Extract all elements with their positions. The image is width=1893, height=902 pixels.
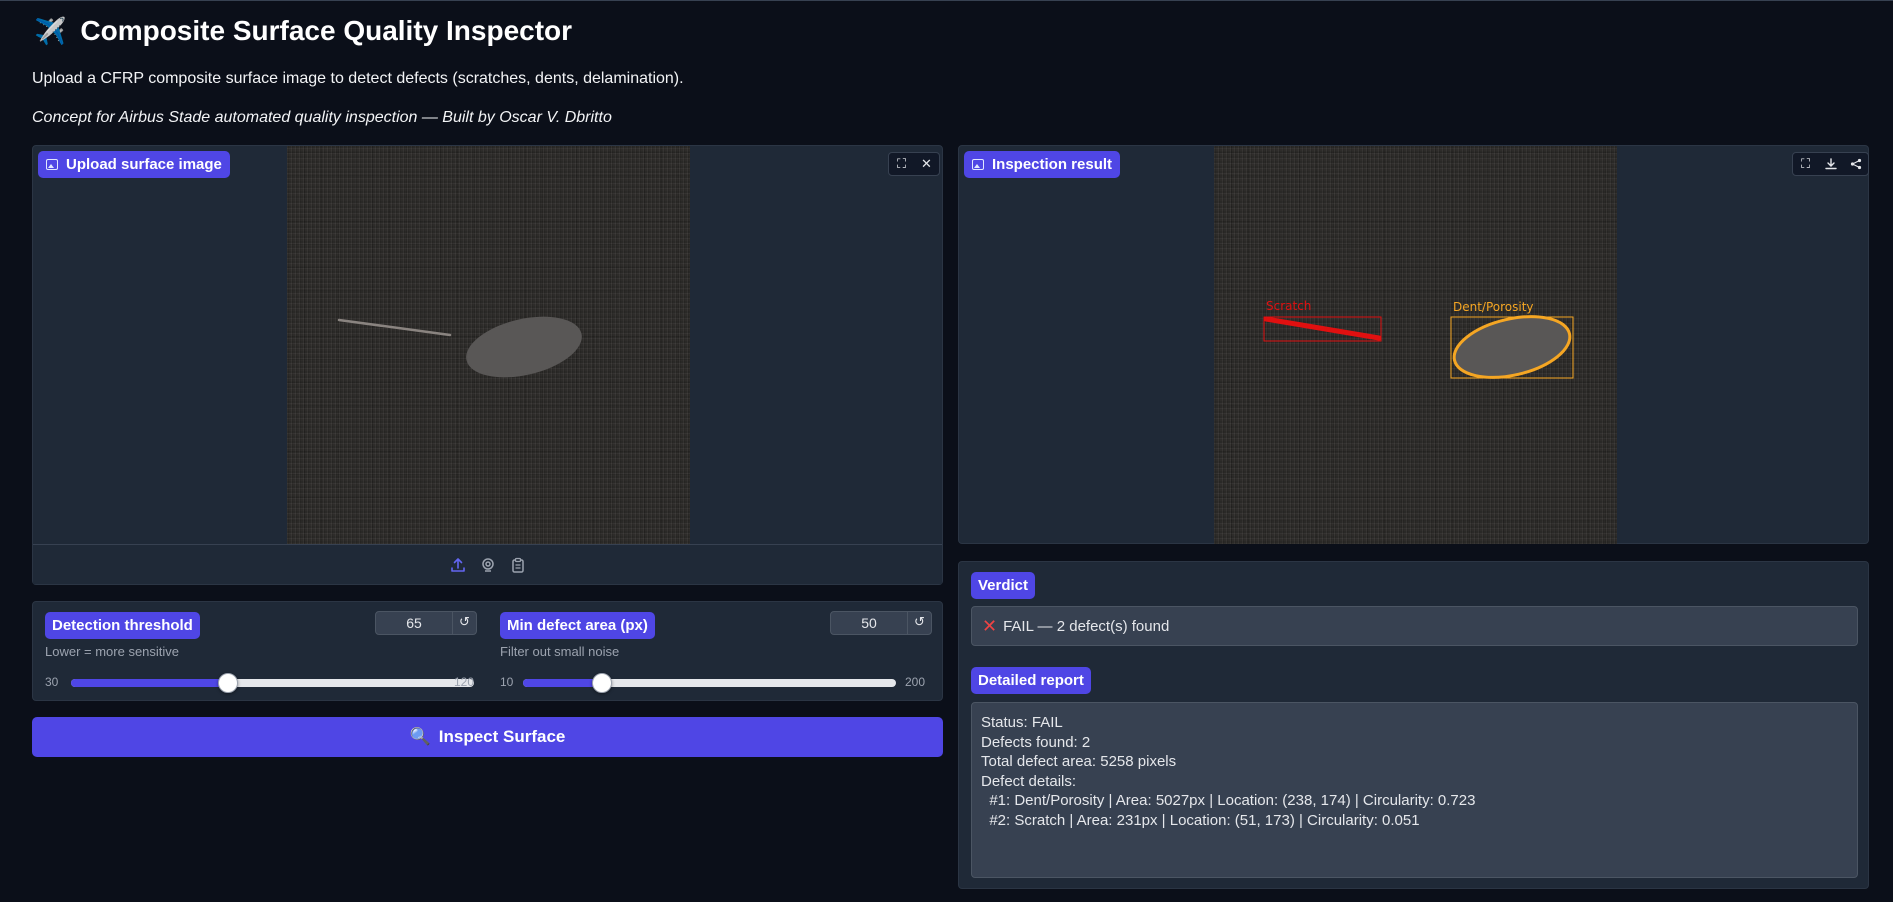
report-line: Total defect area: 5258 pixels [981, 753, 1177, 770]
surface-defects [337, 316, 582, 378]
image-icon [46, 159, 58, 170]
uploaded-surface-image [287, 146, 690, 544]
min-area-slider-fill [523, 679, 602, 687]
min-area-number-input[interactable]: 50 ↺ [830, 611, 932, 635]
verdict-label: Verdict [971, 572, 1036, 599]
threshold-min: 30 [45, 675, 59, 689]
threshold-slider-fill [71, 679, 228, 687]
verdict-output: ✕ FAIL — 2 defect(s) found [971, 606, 1858, 646]
threshold-number-input[interactable]: 65 ↺ [375, 611, 477, 635]
clipboard-icon[interactable] [510, 557, 526, 573]
verdict-panel: Verdict ✕ FAIL — 2 defect(s) found Detai… [958, 561, 1869, 889]
close-icon[interactable]: ✕ [914, 153, 939, 175]
reset-icon[interactable]: ↺ [907, 612, 931, 634]
upload-panel[interactable]: Upload surface image ⛶ ✕ [32, 145, 943, 585]
inspect-surface-button[interactable]: 🔍 Inspect Surface [32, 717, 943, 757]
detailed-report[interactable]: Status: FAIL Defects found: 2 Total defe… [971, 702, 1858, 878]
result-surface-image: Scratch Dent/Porosity [1214, 146, 1617, 544]
min-area-min: 10 [500, 675, 514, 689]
controls-panel: Detection threshold 65 ↺ Lower = more se… [32, 601, 943, 701]
page-title: Composite Surface Quality Inspector [80, 15, 573, 46]
page-subtitle: Upload a CFRP composite surface image to… [32, 70, 684, 87]
webcam-icon[interactable] [480, 557, 496, 573]
download-icon[interactable] [1818, 153, 1843, 175]
fullscreen-icon[interactable]: ⛶ [889, 153, 914, 175]
result-annotations: Scratch Dent/Porosity [1263, 299, 1574, 379]
result-label: Inspection result [964, 151, 1121, 178]
threshold-value[interactable]: 65 [376, 612, 452, 634]
upload-label: Upload surface image [38, 151, 230, 178]
threshold-slider[interactable] [71, 673, 474, 693]
magnifier-icon: 🔍 [409, 727, 431, 746]
result-toolbar: ⛶ [1792, 152, 1869, 176]
airplane-icon: ✈️ [34, 15, 67, 46]
report-line: Defects found: 2 [981, 733, 1091, 751]
min-area-value[interactable]: 50 [831, 612, 907, 634]
dent-annotation-label: Dent/Porosity [1453, 300, 1534, 314]
min-area-label: Min defect area (px) [500, 612, 655, 639]
share-icon[interactable] [1843, 153, 1868, 175]
image-icon [972, 159, 984, 170]
report-line: Status: FAIL [981, 714, 1063, 731]
threshold-hint: Lower = more sensitive [45, 644, 180, 659]
upload-toolbar: ⛶ ✕ [888, 152, 940, 176]
reset-icon[interactable]: ↺ [452, 612, 476, 634]
threshold-max: 120 [454, 675, 475, 689]
threshold-label: Detection threshold [45, 612, 200, 639]
report-line: #1: Dent/Porosity | Area: 5027px | Locat… [981, 792, 1476, 809]
report-line: Defect details: [981, 772, 1077, 790]
cross-icon: ✕ [982, 615, 998, 637]
scratch-annotation-label: Scratch [1266, 299, 1311, 313]
verdict-text: FAIL — 2 defect(s) found [1003, 617, 1170, 635]
min-area-max: 200 [905, 675, 926, 689]
app-header: ✈️ Composite Surface Quality Inspector [34, 15, 572, 47]
page-credit: Concept for Airbus Stade automated quali… [32, 109, 612, 126]
report-label: Detailed report [971, 667, 1091, 694]
upload-icon[interactable] [450, 557, 466, 573]
threshold-slider-thumb[interactable] [217, 673, 238, 693]
min-area-slider-thumb[interactable] [591, 673, 612, 693]
source-selector [33, 544, 942, 584]
min-area-hint: Filter out small noise [500, 644, 620, 659]
report-line: #2: Scratch | Area: 231px | Location: (5… [981, 811, 1420, 829]
fullscreen-icon[interactable]: ⛶ [1793, 153, 1818, 175]
result-panel: Scratch Dent/Porosity Inspection result … [958, 145, 1869, 544]
min-area-slider[interactable] [523, 673, 896, 693]
